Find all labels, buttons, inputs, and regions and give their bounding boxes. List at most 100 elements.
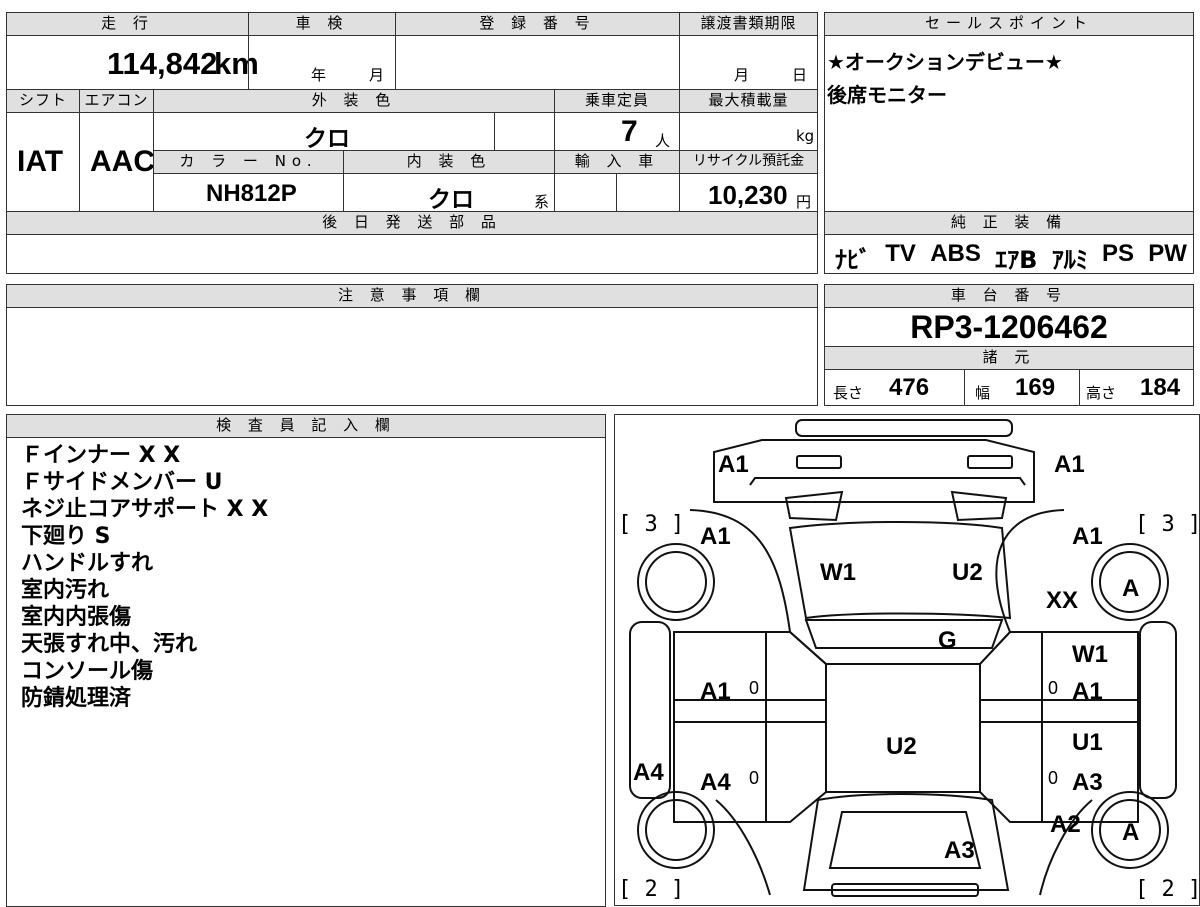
bracket-rear-left: [ 2 ]	[618, 877, 684, 902]
inspector-line-2: Ｆサイドメンバー U	[21, 470, 223, 495]
mark-door-rr: A3	[1072, 769, 1103, 796]
spec-width-cell: 幅 169	[964, 369, 1080, 406]
inspector-line-3: ネジ止コアサポート X X	[21, 497, 269, 522]
mark-door-fl: A1	[700, 678, 731, 705]
inspector-line-10: 防錆処理済	[21, 686, 132, 711]
sales-line-2: 後席モニター	[827, 83, 947, 107]
transfer-deadline-header: 譲渡書類期限	[679, 12, 818, 36]
import-cell-a	[554, 173, 617, 212]
mark-front-right: A1	[1054, 451, 1085, 478]
mark-fender-fl: A1	[700, 523, 731, 550]
ext-color-header: 外 装 色	[153, 89, 555, 113]
chassis-header: 車 台 番 号	[824, 284, 1194, 308]
mark-door-fr-zero: 0	[1048, 678, 1058, 698]
recycle-header: リサイクル預託金	[679, 150, 818, 174]
spec-height-cell: 高さ 184	[1079, 369, 1194, 406]
car-diagram-panel: [ 3 ] [ 3 ] [ 2 ] [ 2 ] A1 A1 A1 A1 W1 U…	[614, 414, 1200, 906]
ext-color-cell: クロ	[153, 112, 495, 152]
mark-door-fr: A1	[1072, 678, 1103, 705]
mark-door-rr-zero: 0	[1048, 768, 1058, 788]
mark-hood-left: W1	[820, 559, 856, 586]
mileage-cell: 114,842 km	[6, 35, 259, 90]
inspection-year-unit: 年	[311, 66, 327, 84]
notes-box	[6, 307, 818, 406]
recycle-unit: 円	[796, 193, 812, 211]
int-color-value: クロ	[428, 187, 474, 213]
spec-header: 諸 元	[824, 346, 1194, 370]
mark-front-left: A1	[718, 451, 749, 478]
equipment-box: ﾅﾋﾞ TV ABS ｴｱB ｱﾙﾐ PS PW	[824, 234, 1194, 274]
registration-cell	[395, 35, 680, 90]
ext-color-extra-cell	[494, 112, 555, 151]
shift-cell: IAT	[6, 112, 80, 212]
equip-airbag: ｴｱB	[995, 246, 1038, 274]
inspection-header: 車 検	[248, 12, 396, 36]
height-value: 184	[1140, 374, 1181, 401]
import-header: 輸 入 車	[554, 150, 680, 174]
equip-abs: ABS	[930, 240, 981, 267]
equip-ps: PS	[1101, 240, 1134, 267]
inspector-line-1: Ｆインナー X X	[21, 443, 181, 468]
capacity-unit: 人	[655, 132, 671, 150]
int-color-cell: クロ 系	[343, 173, 555, 213]
inspector-line-7: 室内内張傷	[21, 605, 132, 630]
transfer-day-unit: 日	[792, 66, 808, 84]
import-cell-b	[616, 173, 680, 212]
maxload-header: 最大積載量	[679, 89, 818, 113]
int-color-header: 内 装 色	[343, 150, 555, 174]
inspector-header: 検 査 員 記 入 欄	[6, 414, 606, 438]
equip-tv: TV	[885, 240, 916, 267]
capacity-cell: 7 人	[554, 112, 680, 151]
bracket-front-right: [ 3 ]	[1135, 512, 1200, 537]
mark-roof: U2	[886, 733, 917, 760]
chassis-box: RP3-1206462	[824, 307, 1194, 347]
inspector-line-5: ハンドルすれ	[21, 551, 154, 576]
ac-header: エアコン	[79, 89, 154, 113]
mark-hood-right: U2	[952, 559, 983, 586]
color-no-value: NH812P	[206, 180, 297, 207]
mileage-value: 114,842	[107, 46, 218, 81]
mark-door-rl-zero: 0	[749, 768, 759, 788]
bracket-rear-right: [ 2 ]	[1135, 877, 1200, 902]
transfer-deadline-cell: 月 日	[679, 35, 818, 90]
width-label: 幅	[975, 384, 991, 402]
recycle-cell: 10,230 円	[679, 173, 818, 212]
bracket-front-left: [ 3 ]	[618, 512, 684, 537]
inspector-line-9: コンソール傷	[21, 659, 154, 684]
mark-rear-gate: A3	[944, 837, 975, 864]
inspector-line-8: 天張すれ中、汚れ	[21, 632, 198, 657]
mark-door-fl-zero: 0	[749, 678, 759, 698]
mark-quarter-rr: A2	[1050, 811, 1081, 838]
mark-right-xx: XX	[1046, 587, 1078, 614]
mark-left-sill: A4	[633, 759, 664, 786]
sales-point-header: セールスポイント	[824, 12, 1194, 36]
later-parts-header: 後 日 発 送 部 品	[6, 211, 818, 235]
mark-fender-fr: A1	[1072, 523, 1103, 550]
ac-cell: AAC	[79, 112, 155, 212]
chassis-number: RP3-1206462	[910, 309, 1108, 345]
later-parts-cell	[6, 234, 818, 274]
int-color-suffix: 系	[534, 193, 550, 211]
maxload-cell: kg	[679, 112, 818, 151]
mark-door-rr-top: U1	[1072, 729, 1103, 756]
length-label: 長さ	[833, 384, 864, 402]
car-diagram: [ 3 ] [ 3 ] [ 2 ] [ 2 ] A1 A1 A1 A1 W1 U…	[618, 419, 1200, 902]
equip-pw: PW	[1148, 240, 1187, 267]
inspection-month-unit: 月	[369, 66, 385, 84]
registration-header: 登 録 番 号	[395, 12, 680, 36]
spec-length-cell: 長さ 476	[824, 369, 965, 406]
shift-value: IAT	[17, 145, 64, 178]
transfer-month-unit: 月	[734, 66, 750, 84]
equipment-list: ﾅﾋﾞ TV ABS ｴｱB ｱﾙﾐ PS PW	[835, 240, 1187, 275]
ac-value: AAC	[90, 145, 155, 178]
mark-door-fr-top: W1	[1072, 641, 1108, 668]
inspector-line-4: 下廻り S	[21, 524, 111, 549]
color-no-cell: NH812P	[153, 173, 344, 212]
height-label: 高さ	[1086, 384, 1117, 402]
mark-tire-right-rear: A	[1122, 819, 1139, 846]
equip-nav: ﾅﾋﾞ	[835, 246, 871, 274]
mileage-header: 走 行	[6, 12, 249, 36]
mark-windshield: G	[938, 627, 957, 654]
capacity-header: 乗車定員	[554, 89, 680, 113]
inspector-box: Ｆインナー X X Ｆサイドメンバー U ネジ止コアサポート X X 下廻り S…	[6, 437, 606, 907]
